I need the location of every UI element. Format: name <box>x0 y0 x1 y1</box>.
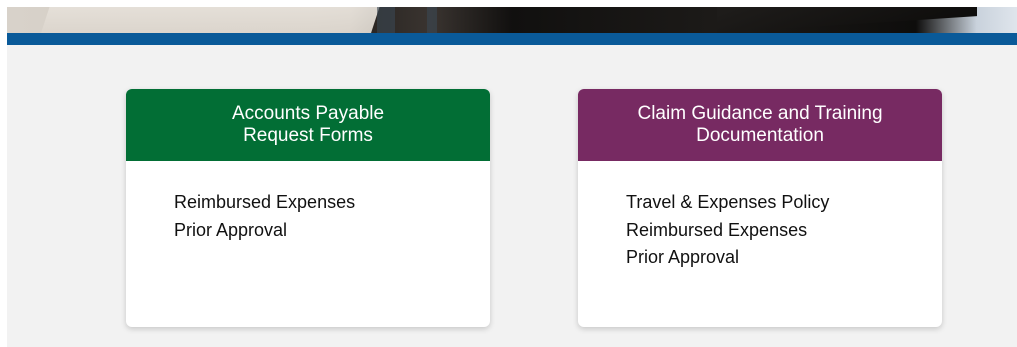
link-reimbursed-expenses[interactable]: Reimbursed Expenses <box>626 217 942 245</box>
link-prior-approval[interactable]: Prior Approval <box>626 244 942 272</box>
card-links: Travel & Expenses Policy Reimbursed Expe… <box>578 161 942 272</box>
link-prior-approval[interactable]: Prior Approval <box>174 217 490 245</box>
card-title-line: Claim Guidance and Training <box>637 103 883 124</box>
card-title-line: Request Forms <box>243 125 373 146</box>
hero-image <box>7 7 1017 33</box>
card-claim-guidance: Claim Guidance and Training Documentatio… <box>578 89 942 327</box>
card-title-line: Accounts Payable <box>231 103 385 124</box>
card-title: Accounts Payable Request Forms <box>126 89 490 161</box>
card-accounts-payable: Accounts Payable Request Forms Reimburse… <box>126 89 490 327</box>
link-travel-expenses-policy[interactable]: Travel & Expenses Policy <box>626 189 942 217</box>
card-title: Claim Guidance and Training Documentatio… <box>578 89 942 161</box>
link-reimbursed-expenses[interactable]: Reimbursed Expenses <box>174 189 490 217</box>
header-band <box>7 33 1017 45</box>
card-links: Reimbursed Expenses Prior Approval <box>126 161 490 244</box>
page-frame: Accounts Payable Request Forms Reimburse… <box>7 7 1017 347</box>
card-title-line: Documentation <box>696 125 824 146</box>
